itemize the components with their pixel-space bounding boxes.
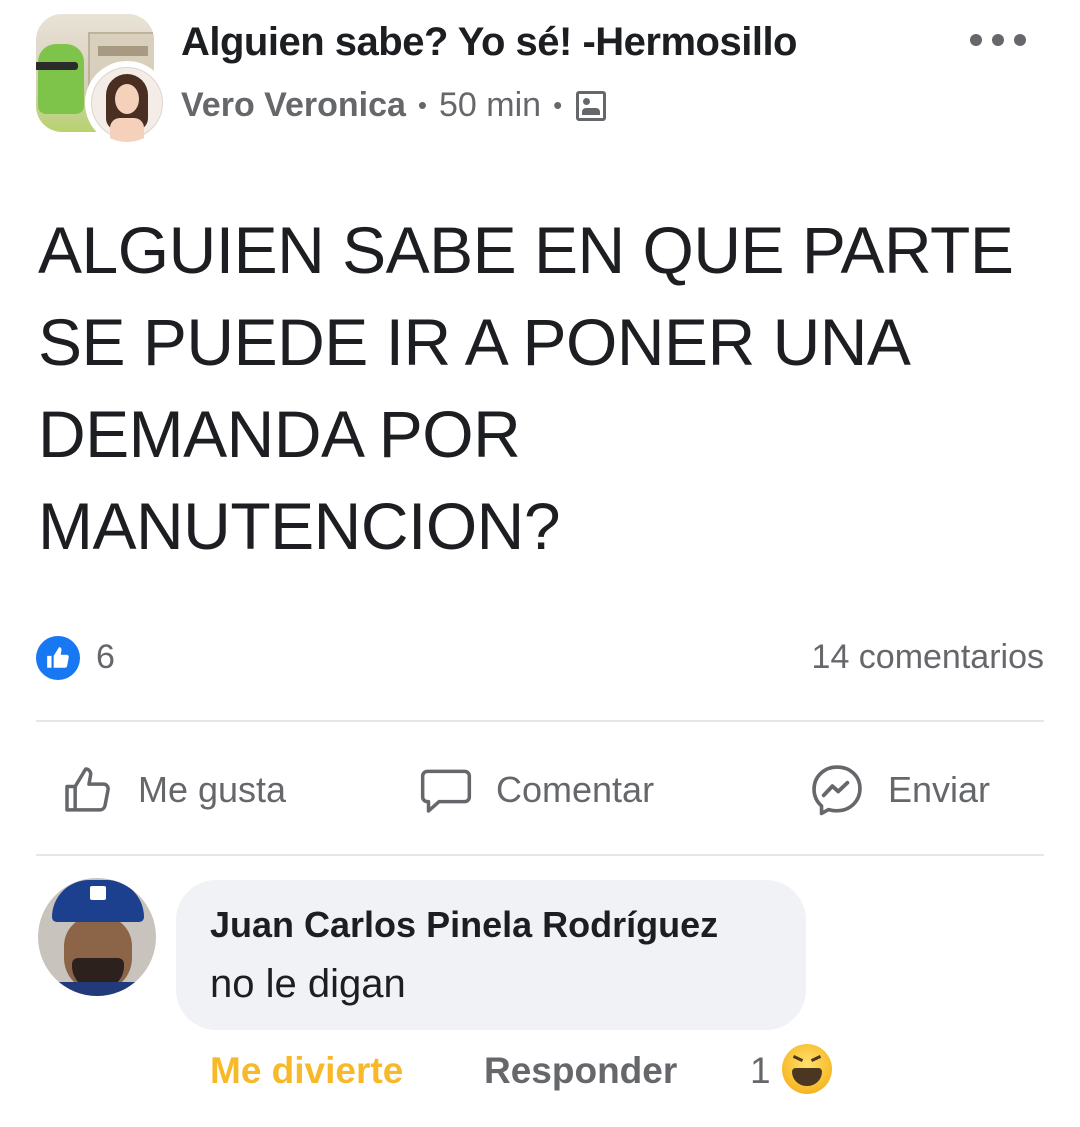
comment-author[interactable]: Juan Carlos Pinela Rodríguez bbox=[210, 904, 718, 946]
post-text: ALGUIEN SABE EN QUE PARTE SE PUEDE IR A … bbox=[38, 213, 1014, 563]
comment-button[interactable]: Comentar bbox=[418, 762, 654, 818]
like-reaction-icon[interactable] bbox=[36, 636, 80, 680]
comment-bubble bbox=[176, 880, 806, 1030]
like-button-label: Me gusta bbox=[138, 769, 287, 810]
meta-separator-2: • bbox=[553, 90, 563, 120]
comment-button-label: Comentar bbox=[496, 769, 655, 810]
post-time[interactable]: 50 min bbox=[439, 86, 541, 125]
comments-count[interactable]: 14 comentarios bbox=[812, 638, 1044, 677]
divider-2 bbox=[36, 854, 1044, 856]
author-name[interactable]: Vero Veronica bbox=[181, 86, 406, 125]
speech-bubble-icon bbox=[420, 769, 472, 813]
messenger-icon bbox=[812, 765, 862, 816]
group-name[interactable]: Alguien sabe? Yo sé! -Hermosillo bbox=[181, 20, 798, 65]
group-privacy-icon bbox=[576, 90, 607, 121]
divider bbox=[36, 720, 1044, 722]
author-avatar[interactable] bbox=[88, 64, 166, 142]
like-button[interactable]: Me gusta bbox=[60, 762, 286, 818]
thumbs-up-icon bbox=[65, 767, 110, 812]
meta-separator: • bbox=[417, 90, 428, 120]
comment-reply-button[interactable]: Responder bbox=[484, 1050, 677, 1102]
post-meta: Vero Veronica • 50 min • bbox=[181, 86, 607, 125]
send-button-label: Enviar bbox=[888, 769, 991, 810]
comment-text: no le digan bbox=[210, 962, 406, 1006]
haha-reaction-icon[interactable] bbox=[782, 1044, 832, 1094]
comment-reaction-button[interactable]: Me divierte bbox=[210, 1050, 403, 1102]
like-count[interactable]: 6 bbox=[96, 638, 115, 677]
send-button[interactable]: Enviar bbox=[808, 762, 990, 818]
more-options-icon[interactable] bbox=[970, 28, 1026, 52]
commenter-avatar[interactable] bbox=[38, 878, 156, 996]
comment-reaction-count[interactable]: 1 bbox=[750, 1050, 771, 1092]
